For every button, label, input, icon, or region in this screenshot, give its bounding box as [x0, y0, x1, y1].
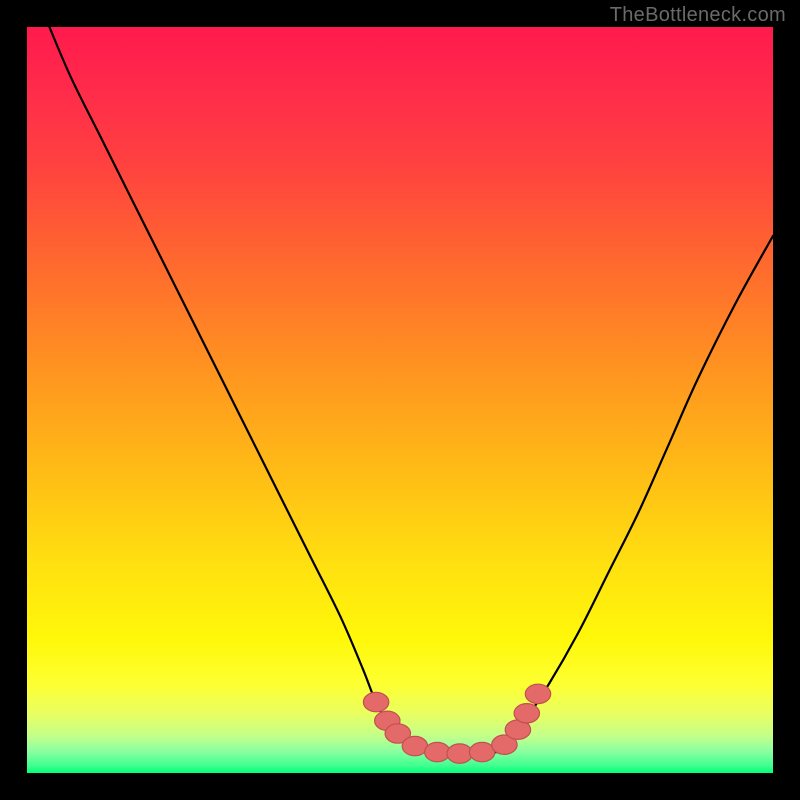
- plot-area: [27, 27, 773, 773]
- beads-group: [363, 684, 550, 763]
- chart-frame: TheBottleneck.com: [0, 0, 800, 800]
- watermark-text: TheBottleneck.com: [610, 4, 786, 27]
- curve-svg: [27, 27, 773, 773]
- bottleneck-curve: [49, 27, 773, 755]
- bead-marker: [363, 692, 388, 711]
- bead-marker: [402, 736, 427, 755]
- bead-marker: [525, 684, 550, 703]
- bead-marker: [425, 742, 450, 761]
- bead-marker: [469, 742, 494, 761]
- bead-marker: [447, 744, 472, 763]
- bead-marker: [514, 704, 539, 723]
